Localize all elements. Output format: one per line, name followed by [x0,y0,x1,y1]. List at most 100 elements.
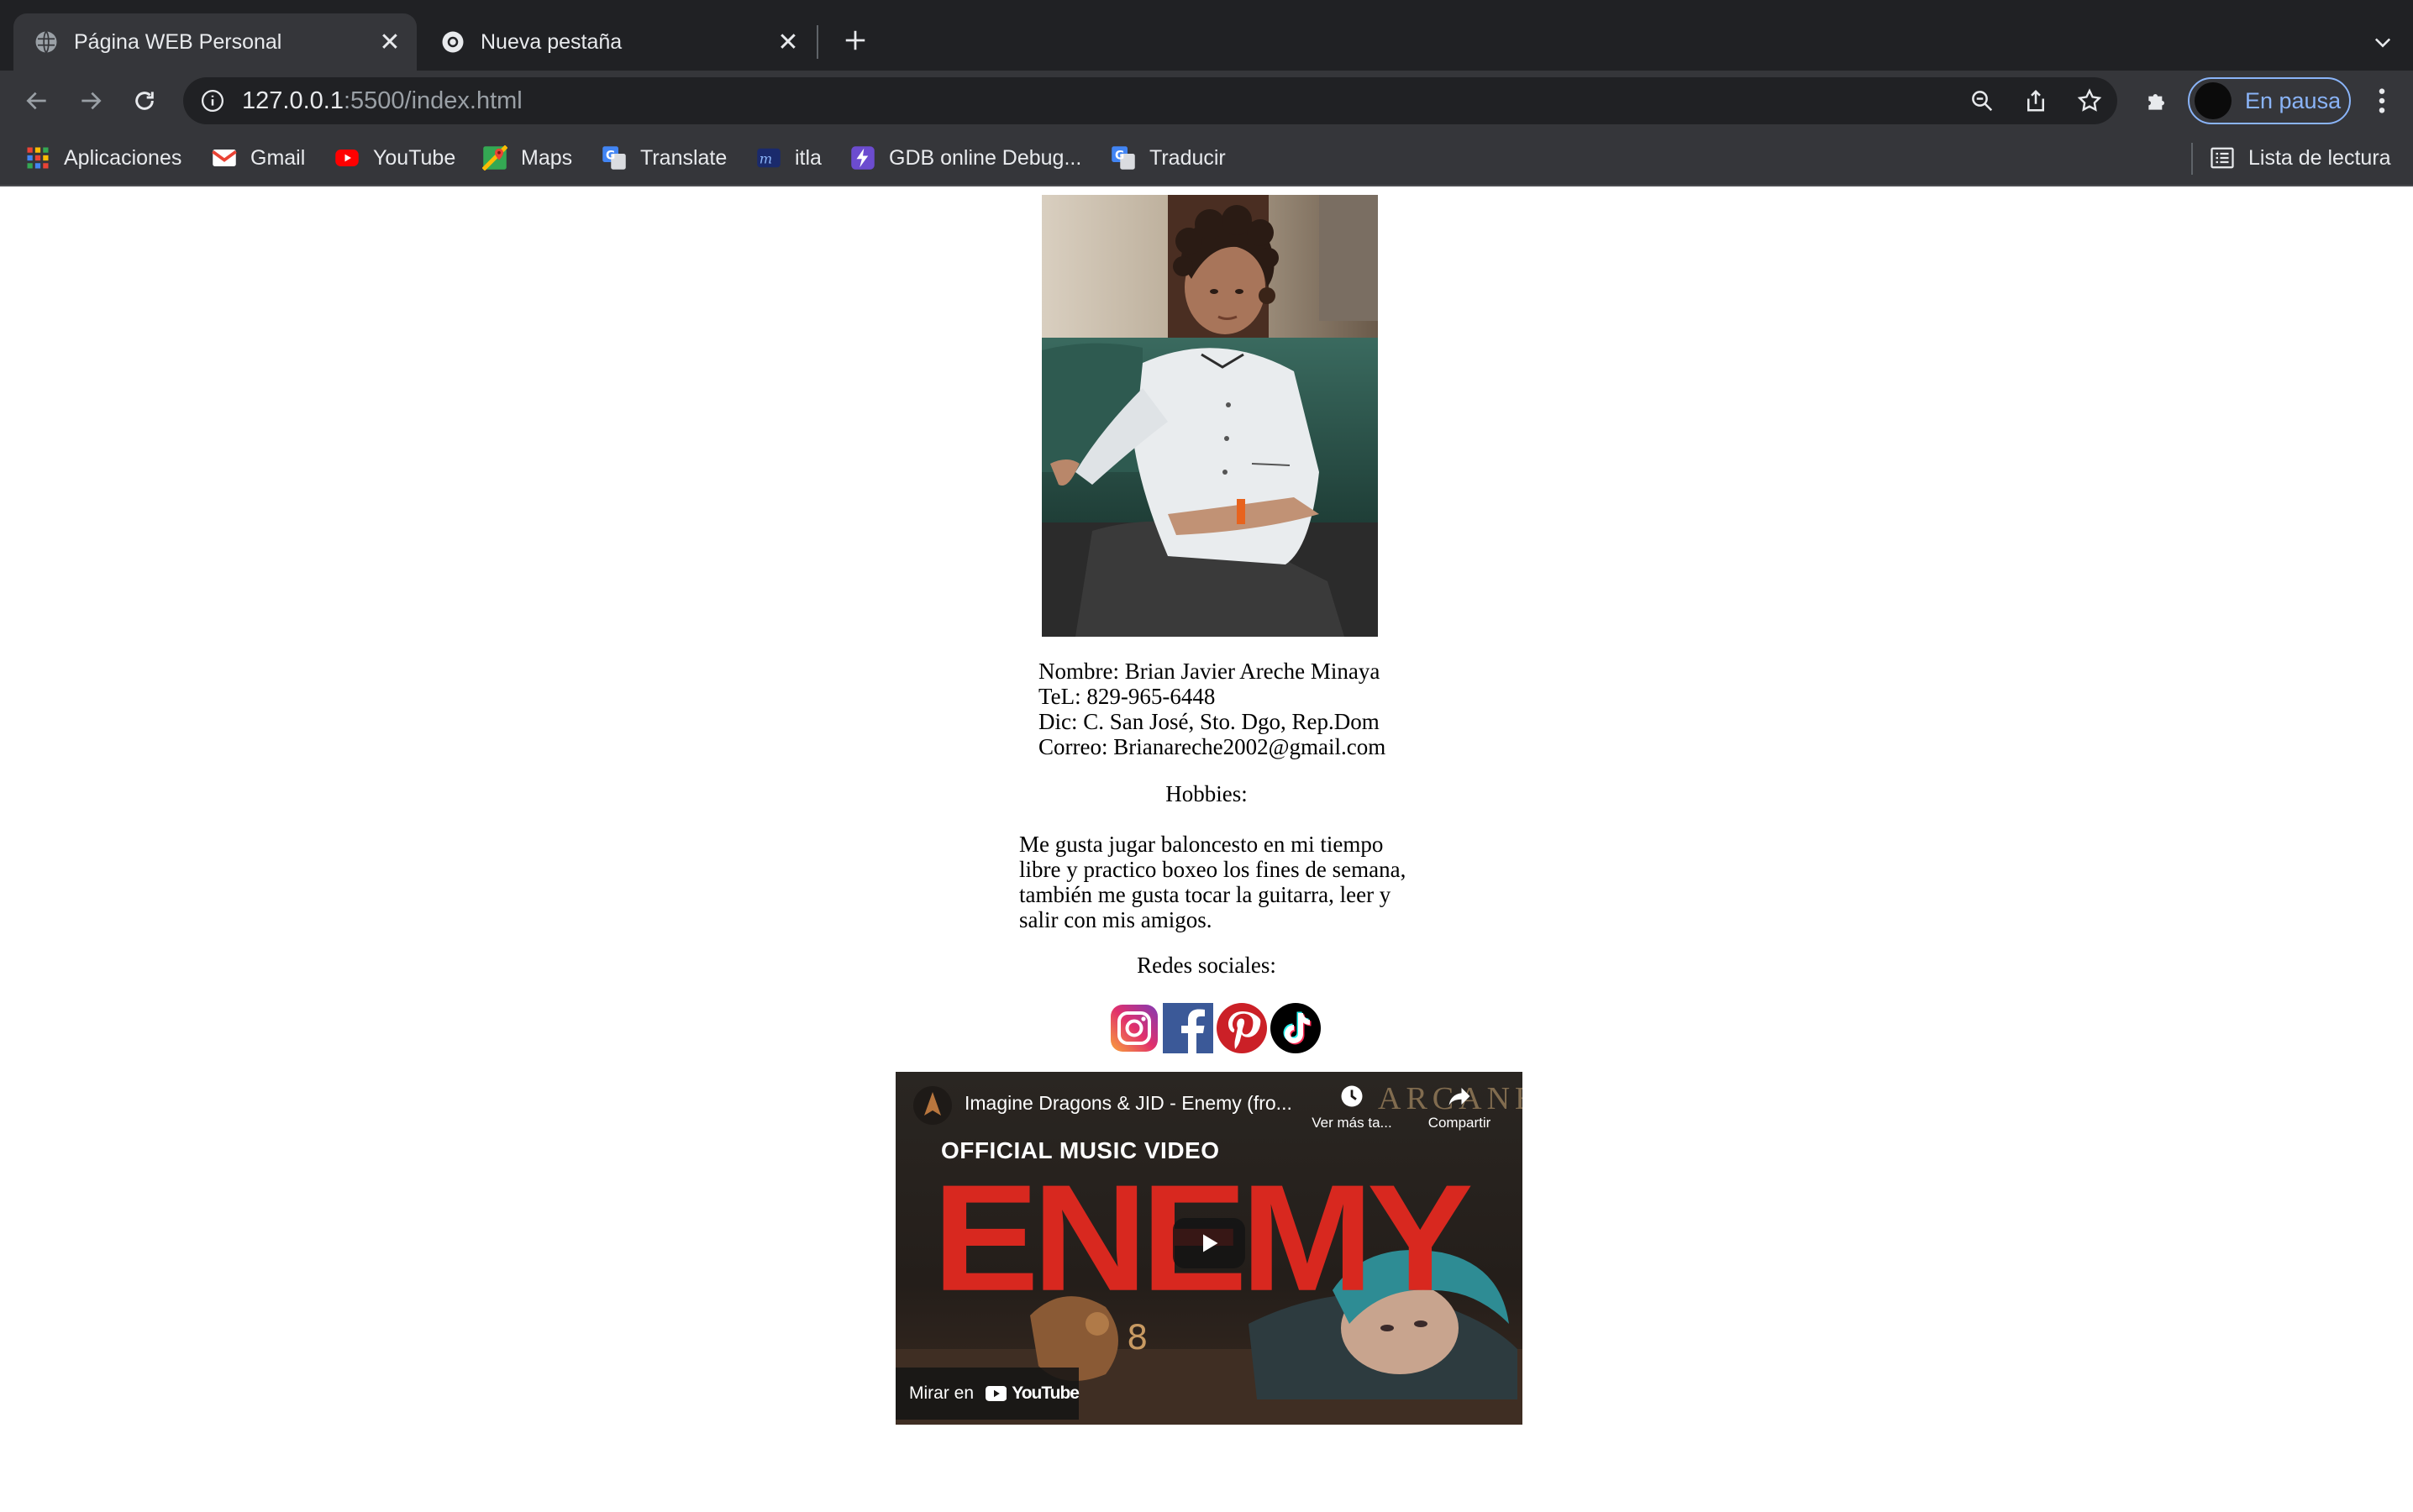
hobbies-paragraph: Me gusta jugar baloncesto en mi tiempo l… [1019,832,1406,932]
play-icon [1203,1234,1218,1252]
profile-photo-image [1042,195,1378,637]
extensions-button[interactable] [2139,82,2176,119]
svg-text:G: G [606,149,615,162]
youtube-embed[interactable]: 8 Imagine Dragons & JID - Enemy (fro... … [896,1072,1522,1425]
svg-text:8: 8 [1127,1319,1148,1357]
puzzle-icon [2148,94,2164,110]
bookmarks-divider [2191,143,2193,175]
email-line: Correo: Brianareche2002@gmail.com [1038,734,1386,759]
browser-chrome: Página WEB Personal ✕ Nueva pestaña ✕ 12… [0,0,2413,186]
bookmark-label: Gmail [250,145,306,170]
reading-list-button[interactable]: Lista de lectura [2210,141,2391,175]
bookmark-maps[interactable]: Maps [482,141,572,175]
avatar [2195,82,2232,119]
phone-line: TeL: 829-965-6448 [1038,684,1216,709]
bookmark-translate[interactable]: G Translate [602,141,727,175]
bookmark-gmail[interactable]: Gmail [212,141,305,175]
new-tab-button[interactable] [837,22,874,59]
tiktok-icon[interactable] [1269,1001,1322,1055]
tab-title: Nueva pestaña [481,29,623,54]
gdb-icon [851,146,875,170]
browser-menu-button[interactable] [2368,82,2396,119]
reload-icon [135,92,154,110]
bookmark-label: Maps [521,145,573,170]
zoom-button[interactable] [1966,85,1998,117]
tab-title: Página WEB Personal [74,29,282,54]
reload-button[interactable] [124,81,165,121]
profile-status: En pausa [2245,87,2342,113]
bookmark-gdb[interactable]: GDB online Debug... [850,141,1081,175]
arcane-channel-icon[interactable] [912,1085,953,1126]
clock-icon [1341,1085,1363,1107]
chrome-icon [442,31,464,53]
share-icon [2027,89,2044,112]
tab-divider [817,25,818,59]
bookmark-traducir[interactable]: G Traducir [1111,141,1226,175]
bookmark-youtube[interactable]: YouTube [334,141,455,175]
more-vert-icon [2379,88,2385,113]
reading-list-icon [2211,147,2234,169]
social-links [1107,1001,1322,1055]
bookmark-label: itla [795,145,822,170]
bookmark-label: YouTube [373,145,456,170]
bookmark-aplicaciones[interactable]: Aplicaciones [25,141,181,175]
address-bar[interactable]: 127.0.0.1:5500/index.html [183,77,2117,124]
reading-list-label: Lista de lectura [2248,145,2391,170]
zoom-out-icon [1972,91,1993,112]
bookmark-label: Aplicaciones [64,145,182,170]
tab-nueva-pestana[interactable]: Nueva pestaña ✕ [420,13,815,71]
arrow-right-icon [81,92,102,110]
youtube-icon [335,150,359,166]
share-label: Compartir [1427,1115,1491,1131]
address-line: Dic: C. San José, Sto. Dgo, Rep.Dom [1038,709,1380,734]
tab-pagina-web-personal[interactable]: Página WEB Personal ✕ [13,13,417,71]
close-icon[interactable]: ✕ [773,27,803,57]
bookmark-star-button[interactable] [2074,85,2105,117]
tab-search-button[interactable] [2366,25,2400,59]
watch-later-button[interactable]: Ver más ta... [1306,1084,1398,1131]
share-button[interactable] [2020,85,2052,117]
bookmark-label: Traducir [1149,145,1226,170]
close-icon[interactable]: ✕ [375,27,405,57]
tab-strip: Página WEB Personal ✕ Nueva pestaña ✕ [0,0,2413,71]
contact-info: Nombre: Brian Javier Areche Minaya TeL: … [1038,659,1459,759]
chevron-down-icon [2374,38,2391,48]
bookmark-itla[interactable]: m itla [756,141,822,175]
maps-icon [482,145,507,171]
toolbar: 127.0.0.1:5500/index.html En pausa [0,71,2413,131]
plus-icon [845,30,865,50]
page-content: Nombre: Brian Javier Areche Minaya TeL: … [0,186,2413,1512]
bookmark-label: GDB online Debug... [889,145,1082,170]
play-button[interactable] [1173,1218,1245,1268]
name-line: Nombre: Brian Javier Areche Minaya [1038,659,1380,684]
bookmark-label: Translate [640,145,728,170]
hobbies-heading: Hobbies: [1165,781,1248,806]
watch-on-label: Mirar en [909,1383,975,1403]
profile-photo [1042,195,1378,637]
instagram-icon[interactable] [1107,1001,1161,1055]
watch-on-youtube-button[interactable]: Mirar en YouTube [896,1368,1080,1420]
back-button[interactable] [17,81,57,121]
url-path: :5500/index.html [343,87,523,114]
profile-button[interactable]: En pausa [2188,77,2351,124]
facebook-icon[interactable] [1161,1001,1215,1055]
youtube-logo-icon [986,1386,1007,1401]
info-icon[interactable] [200,88,225,113]
translate-icon: G [1112,146,1135,170]
globe-icon [35,30,57,54]
translate-icon: G [602,146,626,170]
youtube-wordmark: YouTube [1012,1383,1080,1403]
bookmarks-bar: Aplicaciones Gmail YouTube Maps G Transl… [0,131,2413,186]
itla-icon: m [757,148,781,168]
arrow-left-icon [26,92,46,110]
url-text[interactable]: 127.0.0.1:5500/index.html [242,87,523,115]
forward-button[interactable] [71,81,111,121]
social-heading: Redes sociales: [1137,953,1276,978]
address-bar-actions [1966,77,2105,124]
share-arrow-icon [1448,1088,1470,1106]
url-host: 127.0.0.1 [242,87,344,114]
video-title[interactable]: Imagine Dragons & JID - Enemy (fro... [965,1092,1292,1115]
share-video-button[interactable]: Compartir [1413,1084,1506,1131]
pinterest-icon[interactable] [1215,1001,1269,1055]
gmail-icon [212,150,237,166]
